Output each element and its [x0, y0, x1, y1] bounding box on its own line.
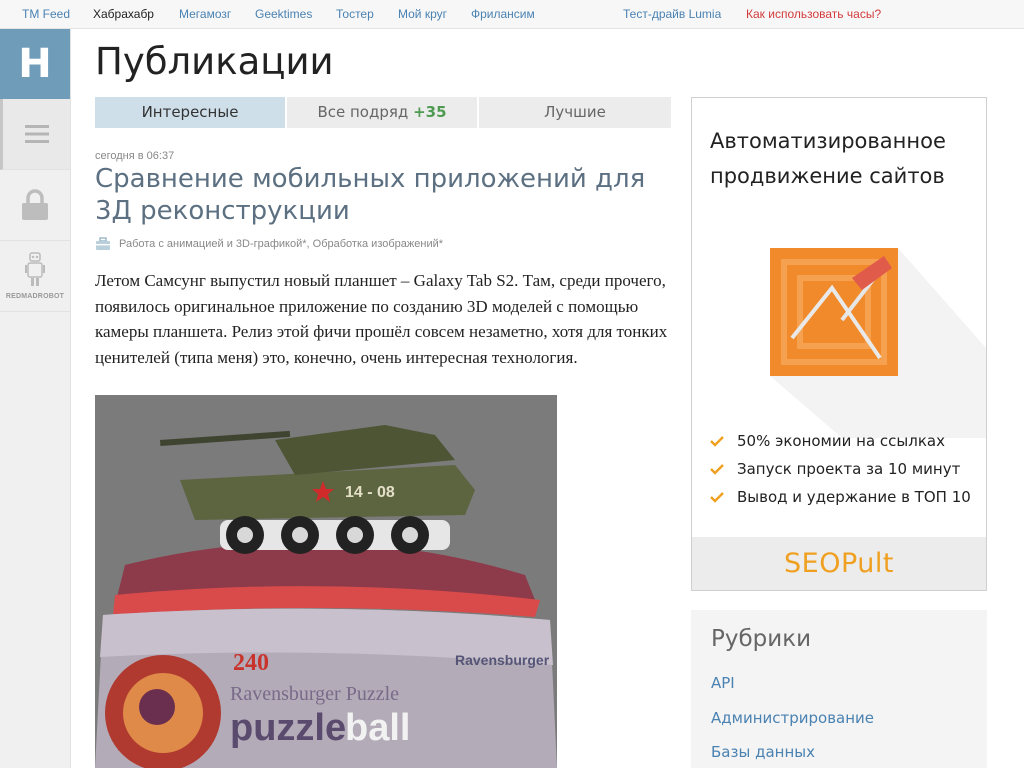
tab-label: Лучшие: [544, 103, 606, 121]
promo-link-watch[interactable]: Как использовать часы?: [746, 7, 881, 21]
ad-footer: SEOPult: [692, 537, 986, 590]
top-navigation: TM Feed Хабрахабр Мегамозг Geektimes Тос…: [0, 0, 1024, 29]
feed-tabs: Интересные Все подряд +35 Лучшие: [95, 97, 671, 128]
site-logo[interactable]: H: [0, 29, 70, 99]
tab-label: Все подряд: [317, 103, 409, 121]
check-icon: [710, 464, 724, 475]
rubric-link-admin[interactable]: Администрирование: [711, 709, 874, 727]
3d-model-render: 240 Ravensburger Ravensburger Puzzle puz…: [95, 395, 557, 768]
ad-graphic: [692, 238, 986, 438]
post-body-text: Летом Самсунг выпустил новый планшет – G…: [95, 271, 668, 367]
login-button[interactable]: [0, 170, 70, 241]
box-number: 240: [233, 650, 269, 676]
menu-button[interactable]: [0, 99, 70, 170]
check-icon: [710, 492, 724, 503]
post-timestamp: сегодня в 06:37: [95, 150, 175, 162]
tank-marking: 14 - 08: [345, 484, 395, 501]
hamburger-icon: [24, 125, 49, 143]
nav-link-habrahabr[interactable]: Хабрахабр: [93, 7, 154, 21]
lock-icon: [22, 189, 48, 220]
briefcase-icon: [96, 237, 110, 250]
box-subtitle: Ravensburger Puzzle: [230, 683, 399, 705]
ad-banner[interactable]: Автоматизированное продвижение сайтов 50…: [691, 97, 987, 591]
post-image: 240 Ravensburger Ravensburger Puzzle puz…: [95, 395, 557, 768]
sponsor-badge[interactable]: REDMADROBOT: [0, 241, 70, 312]
sponsor-label: REDMADROBOT: [5, 293, 65, 300]
new-posts-count: +35: [413, 103, 447, 121]
rubrics-panel: Рубрики API Администрирование Базы данны…: [691, 610, 987, 768]
rubric-link-api[interactable]: API: [711, 674, 735, 692]
promo-link-lumia[interactable]: Тест-драйв Lumia: [623, 7, 721, 21]
rubrics-title: Рубрики: [711, 626, 812, 652]
box-product-a: puzzle: [230, 707, 346, 749]
rubric-link-databases[interactable]: Базы данных: [711, 743, 815, 761]
box-product-b: ball: [345, 707, 410, 749]
robot-icon: [25, 252, 45, 286]
nav-link-freelansim[interactable]: Фрилансим: [471, 7, 535, 21]
nav-link-moy-krug[interactable]: Мой круг: [398, 7, 447, 21]
check-icon: [710, 436, 724, 447]
nav-link-tm-feed[interactable]: TM Feed: [22, 7, 70, 21]
nav-link-geektimes[interactable]: Geektimes: [255, 7, 312, 21]
tab-label: Интересные: [141, 103, 239, 121]
seo-chart-icon: [770, 248, 986, 438]
post-title-link[interactable]: Сравнение мобильных приложений для 3Д ре…: [95, 163, 675, 227]
tab-interesting[interactable]: Интересные: [95, 97, 285, 128]
nav-link-megamozg[interactable]: Мегамозг: [179, 7, 231, 21]
hub-links[interactable]: Работа с анимацией и 3D-графикой*, Обраб…: [119, 238, 443, 250]
left-sidebar: H REDMADROBOT: [0, 29, 71, 768]
ad-title: Автоматизированное продвижение сайтов: [710, 129, 946, 188]
page-title: Публикации: [95, 40, 334, 83]
ad-brand-logo: SEOPult: [784, 548, 894, 579]
tab-all[interactable]: Все подряд +35: [287, 97, 477, 128]
box-brand: Ravensburger: [455, 652, 550, 668]
nav-link-toster[interactable]: Тостер: [336, 7, 374, 21]
tab-best[interactable]: Лучшие: [479, 97, 671, 128]
